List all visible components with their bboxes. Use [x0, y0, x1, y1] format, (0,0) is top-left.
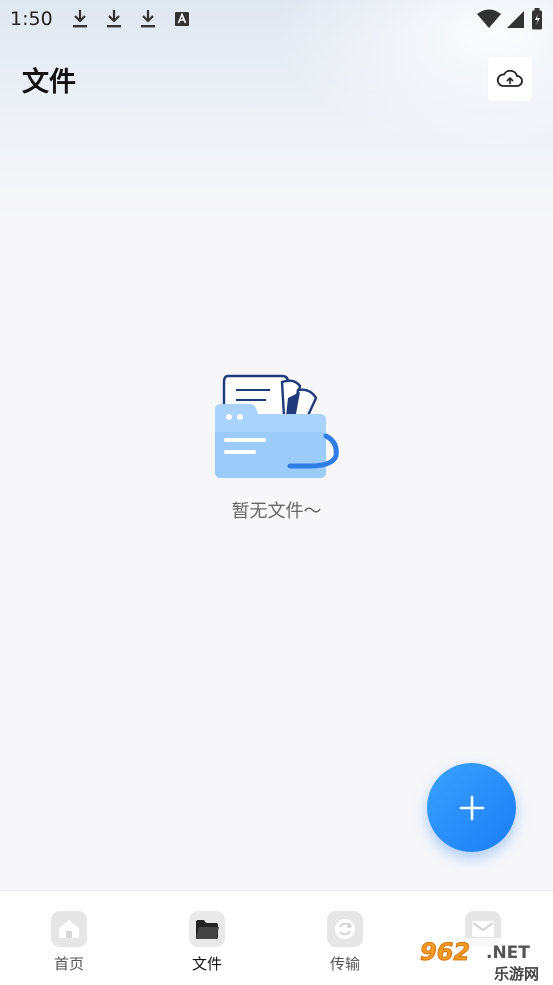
status-time: 1:50 — [10, 8, 53, 30]
add-file-button[interactable] — [427, 763, 516, 852]
nav-item-home[interactable]: 首页 — [0, 891, 138, 985]
watermark-suffix: .NET — [486, 943, 530, 963]
transfer-icon — [327, 911, 363, 947]
font-a-icon — [175, 12, 189, 26]
battery-icon — [532, 8, 542, 30]
empty-folder-illustration — [215, 374, 339, 478]
nav-label-home: 首页 — [53, 955, 84, 973]
nav-label-transfer: 传输 — [329, 955, 360, 973]
system-icons — [477, 8, 543, 30]
plus-icon — [459, 795, 484, 820]
download-icon — [73, 10, 87, 28]
download-icon — [141, 10, 155, 28]
nav-item-transfer[interactable]: 传输 — [276, 891, 414, 985]
watermark-number: 962 — [420, 938, 470, 966]
status-bar: 1:50 — [0, 0, 553, 38]
download-icon — [107, 10, 121, 28]
cloud-sync-button[interactable] — [488, 57, 532, 101]
watermark-text: 乐游网 — [494, 965, 539, 983]
home-icon — [51, 911, 87, 947]
folder-icon — [189, 911, 225, 947]
page-title: 文件 — [22, 67, 76, 98]
cloud-sync-icon — [496, 69, 523, 87]
signal-icon — [507, 11, 524, 28]
watermark-logo: 962 .NET 乐游网 — [414, 938, 553, 984]
wifi-icon — [477, 9, 501, 28]
notification-icons — [70, 8, 192, 30]
nav-label-files: 文件 — [191, 955, 222, 973]
nav-item-files[interactable]: 文件 — [138, 891, 276, 985]
empty-state-message: 暂无文件～ — [231, 501, 322, 522]
